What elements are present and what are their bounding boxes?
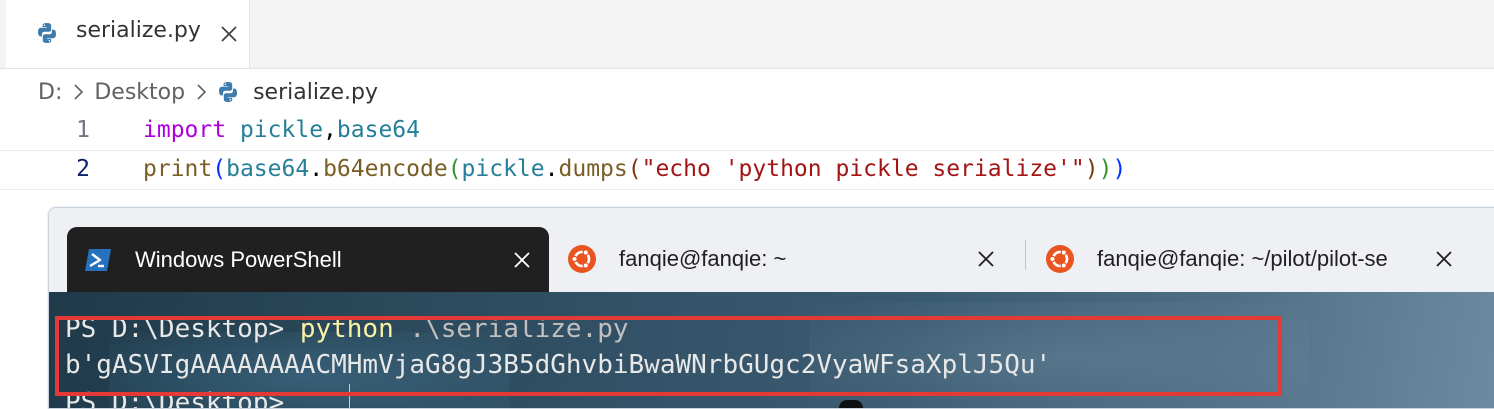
python-icon bbox=[219, 82, 238, 102]
powershell-icon bbox=[83, 245, 113, 281]
close-icon[interactable] bbox=[214, 19, 244, 49]
line-number: 2 bbox=[76, 156, 90, 182]
paren-token: ) bbox=[1084, 156, 1099, 182]
dot-token: . bbox=[544, 156, 559, 182]
terminal-tab-label: fanqie@fanqie: ~/pilot/pilot-se bbox=[1097, 246, 1388, 271]
line-number: 1 bbox=[76, 117, 90, 143]
module-token: pickle bbox=[461, 156, 545, 182]
paren-token: ( bbox=[212, 156, 227, 182]
chevron-right-icon bbox=[195, 83, 207, 101]
close-icon[interactable] bbox=[507, 245, 537, 275]
tab-divider bbox=[1025, 240, 1026, 270]
paren-token: ( bbox=[447, 156, 462, 182]
breadcrumb-folder[interactable]: Desktop bbox=[94, 80, 185, 105]
terminal-tab-ubuntu-home[interactable]: fanqie@fanqie: ~ bbox=[551, 226, 1021, 292]
terminal-tab-label: Windows PowerShell bbox=[135, 247, 342, 272]
chevron-right-icon bbox=[72, 83, 84, 101]
paren-token: ) bbox=[1098, 156, 1113, 182]
module-token: pickle bbox=[239, 117, 324, 143]
function-token: dumps bbox=[558, 156, 628, 182]
dot-token: . bbox=[309, 156, 324, 182]
string-token: "echo 'python pickle serialize'" bbox=[641, 156, 1085, 182]
editor-tab-label: serialize.py bbox=[76, 18, 201, 43]
code-line-text: import pickle,base64 bbox=[143, 117, 420, 143]
ubuntu-icon bbox=[567, 244, 597, 280]
paren-token: ( bbox=[627, 156, 642, 182]
terminal-tab-ubuntu-pilot[interactable]: fanqie@fanqie: ~/pilot/pilot-se bbox=[1029, 226, 1494, 292]
python-icon bbox=[36, 22, 58, 48]
keyword-token: import bbox=[143, 117, 227, 143]
module-token: base64 bbox=[336, 117, 420, 143]
editor-tab-serialize[interactable]: serialize.py bbox=[6, 0, 250, 68]
breadcrumb: D: Desktop serialize.py bbox=[38, 76, 378, 108]
breadcrumb-drive[interactable]: D: bbox=[38, 80, 62, 105]
close-icon[interactable] bbox=[971, 244, 1001, 274]
terminal-tab-label: fanqie@fanqie: ~ bbox=[619, 246, 787, 271]
code-line-active[interactable]: 2 print(base64.b64encode(pickle.dumps("e… bbox=[0, 150, 1494, 190]
highlight-annotation-box bbox=[55, 316, 1282, 396]
function-token: b64encode bbox=[323, 156, 448, 182]
close-icon[interactable] bbox=[1429, 244, 1459, 274]
code-line[interactable]: 1 import pickle,base64 bbox=[0, 112, 1494, 150]
code-line-text: print(base64.b64encode(pickle.dumps("ech… bbox=[143, 156, 1126, 182]
editor-tab-bar: serialize.py bbox=[0, 0, 1494, 69]
function-token: print bbox=[143, 156, 213, 182]
breadcrumb-file-label: serialize.py bbox=[253, 79, 379, 105]
background-decoration bbox=[839, 400, 863, 408]
breadcrumb-file[interactable]: serialize.py bbox=[217, 80, 378, 105]
comma-token: , bbox=[323, 117, 337, 143]
paren-token: ) bbox=[1112, 156, 1127, 182]
module-token: base64 bbox=[226, 156, 310, 182]
code-editor[interactable]: 1 import pickle,base64 2 print(base64.b6… bbox=[0, 112, 1494, 190]
terminal-tab-powershell[interactable]: Windows PowerShell bbox=[67, 227, 549, 293]
ubuntu-icon bbox=[1045, 244, 1075, 280]
